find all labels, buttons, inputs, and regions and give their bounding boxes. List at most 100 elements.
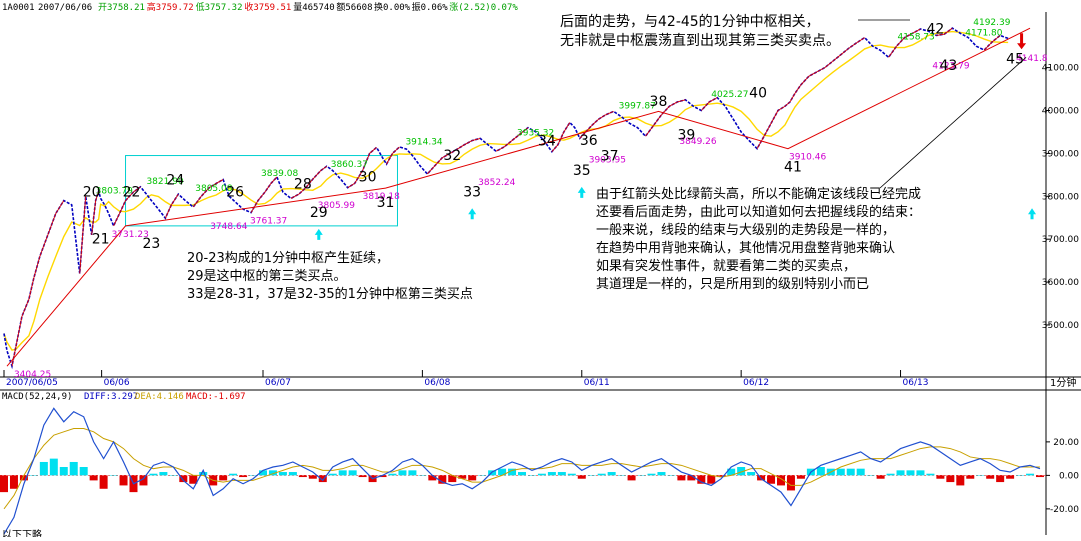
macd-bar [99, 475, 108, 489]
annotation-mid-right-1: 还要看后面走势，由此可以知道如何去把握线段的结束： [596, 204, 921, 220]
macd-bar [308, 475, 317, 479]
macd-bar [159, 472, 168, 476]
point-label-39: 39 [677, 128, 695, 144]
macd-bar [976, 475, 985, 476]
macd-bar [298, 475, 307, 478]
x-tick-label-5: 06/12 [743, 378, 769, 388]
macd-bar [936, 475, 945, 479]
point-label-34: 34 [538, 134, 556, 150]
macd-bar [587, 475, 596, 476]
point-label-36: 36 [580, 133, 598, 149]
stock-code: 1A0001 [2, 3, 35, 13]
macd-bar [29, 475, 38, 476]
macd-bar [647, 473, 656, 476]
macd-bar [9, 475, 18, 489]
macd-tick-label-0: 20.00 [1053, 438, 1079, 448]
point-label-24: 24 [166, 172, 184, 188]
low-label-2: 3748.64 [210, 222, 247, 232]
macd-bar [169, 475, 178, 476]
low-label-3: 3761.37 [250, 217, 287, 227]
macd-bar [557, 472, 566, 476]
macd-bar [79, 467, 88, 476]
point-label-35: 35 [573, 163, 591, 179]
macd-bar [916, 470, 925, 476]
header-quote-items: 开3758.21 高3759.72 低3757.32 收3759.51 量465740 额… [98, 1, 518, 13]
point-label-30: 30 [359, 169, 377, 185]
macd-bar [926, 473, 935, 476]
macd-bar [846, 468, 855, 476]
macd-bar [567, 473, 576, 476]
point-label-45: 45 [1006, 51, 1024, 67]
header-quote-4: 量465740 [293, 2, 335, 13]
macd-bar [637, 475, 646, 476]
macd-bar [239, 475, 248, 478]
header-quote-5: 额56608 [336, 1, 372, 13]
point-label-22: 22 [123, 184, 141, 200]
point-label-29: 29 [310, 205, 328, 221]
annotation-mid-left-2: 33是28-31，37是32-35的1分钟中枢第三类买点 [187, 286, 473, 302]
macd-bar [518, 472, 526, 476]
point-label-40: 40 [749, 86, 767, 102]
macd-bar [149, 473, 158, 476]
y-tick-label-4: 3900.00 [1042, 149, 1079, 159]
y-tick-label-2: 3700.00 [1042, 235, 1079, 245]
y-tick-label-6: 4100.00 [1042, 64, 1079, 74]
point-label-21: 21 [92, 231, 110, 247]
x-tick-label-3: 06/08 [424, 378, 450, 388]
macd-bar [946, 475, 955, 483]
low-label-6: 3852.24 [478, 178, 515, 188]
footer-text: 以下下略 [2, 528, 42, 537]
macd-bar [876, 475, 885, 479]
high-label-5: 3914.34 [405, 137, 442, 147]
macd-bar [747, 472, 756, 476]
header-quote-8: 涨(2.52)0.07% [449, 2, 518, 13]
macd-bar [886, 473, 895, 476]
header-quote-6: 换0.00% [374, 1, 411, 13]
low-label-0: 3404.25 [14, 370, 51, 380]
macd-bar [0, 475, 8, 493]
macd-diff: DIFF:3.297 [84, 392, 138, 402]
macd-bar [1036, 475, 1044, 478]
macd-bar [786, 475, 795, 491]
macd-bar [996, 475, 1005, 483]
y-tick-label-1: 3600.00 [1042, 278, 1079, 288]
point-label-32: 32 [443, 148, 461, 164]
macd-tick-label-1: 0.00 [1059, 471, 1079, 481]
price-chart: 1A0001 2007/06/06 开3758.21 高3759.72 低3757.… [0, 0, 1081, 541]
macd-bar [866, 475, 875, 476]
macd-bar [577, 475, 586, 479]
period-label: 1分钟 [1050, 376, 1076, 389]
macd-bar [358, 475, 367, 478]
macd-bar [527, 475, 536, 476]
macd-bar [1016, 475, 1025, 476]
macd-bar [229, 473, 238, 476]
macd-bar [468, 475, 477, 481]
macd-bar [388, 473, 397, 476]
macd-bar [537, 473, 546, 476]
header-quote-3: 收3759.51 [244, 1, 291, 13]
annotation-mid-right-0: 由于红箭头处比绿箭头高，所以不能确定该线段已经完成 [596, 186, 921, 202]
macd-bar [966, 475, 975, 479]
point-label-26: 26 [226, 184, 244, 200]
macd-label: MACD(52,24,9) [2, 392, 72, 402]
point-label-38: 38 [650, 94, 668, 110]
annotation-mid-left-0: 20-23构成的1分钟中枢产生延续， [187, 250, 389, 266]
macd-bar [59, 467, 68, 476]
macd-bar [328, 473, 337, 476]
x-tick-label-2: 06/07 [265, 378, 291, 388]
macd-bar [348, 470, 357, 476]
macd-bar [816, 467, 825, 476]
macd-tick-label-2: -20.00 [1050, 505, 1079, 515]
annotation-mid-right-2: 一般来说，线段的结束与大级别的走势段是一样的， [596, 222, 895, 238]
point-label-37: 37 [601, 149, 619, 165]
macd-bar [408, 470, 417, 476]
macd-bar [418, 475, 427, 476]
macd-bar [478, 475, 487, 476]
high-label-3: 3839.08 [261, 169, 298, 179]
point-label-41: 41 [784, 159, 802, 175]
macd-bar [607, 472, 616, 476]
point-label-33: 33 [463, 184, 481, 200]
y-tick-label-3: 3800.00 [1042, 192, 1079, 202]
header-quote-7: 振0.06% [412, 1, 449, 13]
header-quote-0: 开3758.21 [98, 2, 145, 13]
